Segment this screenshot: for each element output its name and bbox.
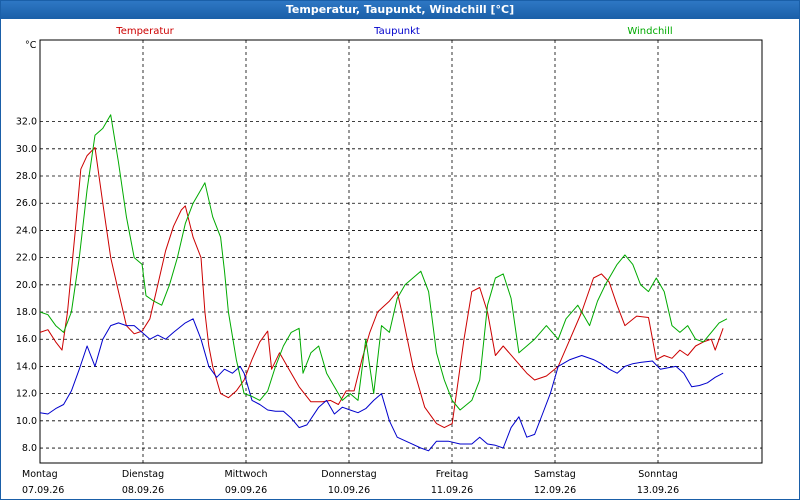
x-tick-date: 12.09.26 bbox=[534, 485, 576, 496]
x-tick-date: 11.09.26 bbox=[431, 485, 473, 496]
x-tick-day: Samstag bbox=[534, 469, 576, 480]
y-tick-labels: 8.0 10.0 12.0 14.0 16.0 18.0 20.0 22.0 24.0 26.0 2… bbox=[16, 117, 37, 454]
y-tick-label: 18.0 bbox=[16, 307, 37, 318]
y-tick-label: 30.0 bbox=[16, 144, 37, 155]
y-tick-label: 22.0 bbox=[16, 253, 37, 264]
weather-chart: 8.0 10.0 12.0 14.0 16.0 18.0 20.0 22.0 24.0 26.0 2… bbox=[16, 26, 763, 496]
x-tick-date: 09.09.26 bbox=[225, 485, 267, 496]
legend-windchill: Windchill bbox=[627, 26, 672, 37]
y-tick-label: 8.0 bbox=[22, 443, 37, 454]
y-tick-label: 12.0 bbox=[16, 389, 37, 400]
y-tick-label: 32.0 bbox=[16, 117, 37, 128]
x-tick-day: Dienstag bbox=[122, 469, 164, 480]
x-tick-day: Freitag bbox=[436, 469, 469, 480]
x-tick-day: Donnerstag bbox=[321, 469, 376, 480]
legend-taupunkt: Taupunkt bbox=[373, 26, 420, 37]
x-tick-date: 10.09.26 bbox=[328, 485, 370, 496]
x-tick-day: Montag bbox=[22, 469, 58, 480]
x-tick-date: 07.09.26 bbox=[22, 485, 64, 496]
y-tick-label: 16.0 bbox=[16, 334, 37, 345]
y-tick-label: 10.0 bbox=[16, 416, 37, 427]
y-axis-unit: °C bbox=[25, 40, 37, 51]
x-tick-labels: Montag 07.09.26 Dienstag 08.09.26 Mittwoch 09… bbox=[22, 469, 679, 496]
plot-area bbox=[39, 39, 763, 464]
x-tick-day: Mittwoch bbox=[224, 469, 267, 480]
y-tick-label: 14.0 bbox=[16, 361, 37, 372]
x-tick-day: Sonntag bbox=[638, 469, 677, 480]
y-tick-label: 24.0 bbox=[16, 225, 37, 236]
y-tick-label: 28.0 bbox=[16, 171, 37, 182]
legend-temperatur: Temperatur bbox=[115, 26, 174, 37]
y-tick-label: 20.0 bbox=[16, 280, 37, 291]
x-tick-date: 13.09.26 bbox=[637, 485, 679, 496]
y-tick-label: 26.0 bbox=[16, 198, 37, 209]
x-tick-date: 08.09.26 bbox=[122, 485, 164, 496]
